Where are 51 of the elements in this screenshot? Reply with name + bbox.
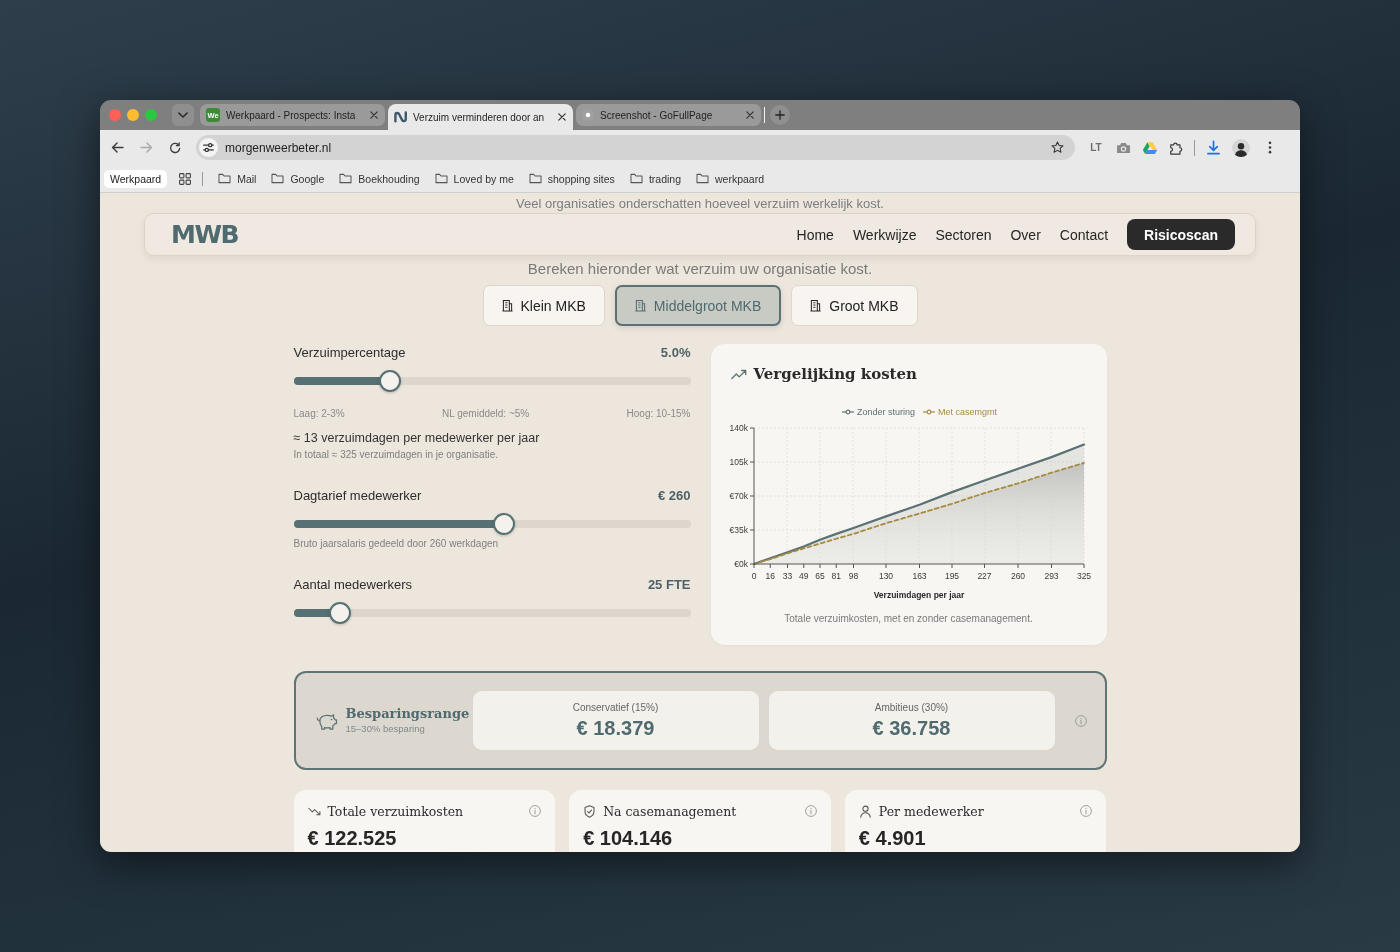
stat-title: Na casemanagement xyxy=(603,803,737,819)
axis-tick-label: €35k xyxy=(729,525,748,535)
axis-tick-label: 325 xyxy=(1076,571,1091,581)
axis-tick-label: 260 xyxy=(1010,571,1025,581)
slider-label: Verzuimpercentage xyxy=(293,344,406,360)
axis-tick-label: 0 xyxy=(751,571,756,581)
stat-value: € 122.525 xyxy=(307,827,398,850)
slider-value: € 260 xyxy=(657,487,691,503)
legend-label: Met casemgmt xyxy=(938,406,997,418)
hint-text: In totaal ≈ 325 verzuimdagen in je organisatie. xyxy=(293,449,499,461)
axis-tick-label: 227 xyxy=(976,571,992,581)
axis-tick-label: 140k xyxy=(729,423,748,433)
axis-tick-label: 81 xyxy=(831,571,841,581)
slider-label: Aantal medewerkers xyxy=(293,576,412,592)
savings-subtitle: 15–30% besparing xyxy=(345,723,426,735)
tile-value: € 18.379 xyxy=(576,716,655,740)
savings-title: Besparingsrange xyxy=(345,706,470,722)
axis-tick-label: 16 xyxy=(765,571,775,581)
axis-tick-label: €70k xyxy=(729,491,748,501)
axis-tick-label: 65 xyxy=(814,571,825,581)
axis-tick-label: 163 xyxy=(911,571,927,581)
hint-text: Bruto jaarsalaris gedeeld door 260 werkdagen xyxy=(293,538,500,550)
scale-label: NL gemiddeld: ~5% xyxy=(442,408,530,420)
slider-label: Dagtarief medewerker xyxy=(293,487,422,503)
axis-tick-label: 105k xyxy=(729,457,748,467)
tile-label: Conservatief (15%) xyxy=(572,701,659,714)
axis-tick-label: 130 xyxy=(878,571,893,581)
stat-title: Per medewerker xyxy=(878,803,984,819)
tile-label: Ambitieus (30%) xyxy=(874,701,949,714)
chart-caption: Totale verzuimkosten, met en zonder casemanagement. xyxy=(783,612,1034,626)
stat-title: Totale verzuimkosten xyxy=(327,803,464,819)
axis-title: Verzuimdagen per jaar xyxy=(873,590,964,600)
subtitle-text: Bereken hieronder wat verzuim uw organisatie kost. xyxy=(527,260,873,277)
legend-label: Zonder sturing xyxy=(856,406,915,418)
scale-label: Laag: 2-3% xyxy=(293,408,345,420)
stat-value: € 4.901 xyxy=(858,827,927,850)
stat-value: € 104.146 xyxy=(583,827,674,850)
tile-value: € 36.758 xyxy=(872,716,951,740)
slider-value: 25 FTE xyxy=(647,576,691,592)
url-text: morgenweerbeter.nl xyxy=(225,140,332,155)
axis-tick-label: 195 xyxy=(944,571,959,581)
axis-tick-label: 33 xyxy=(782,571,792,581)
axis-tick-label: 293 xyxy=(1043,571,1059,581)
axis-tick-label: 98 xyxy=(848,571,858,581)
summary-text: ≈ 13 verzuimdagen per medewerker per jaar xyxy=(293,431,541,446)
axis-tick-label: 49 xyxy=(798,571,808,581)
axis-tick-label: €0k xyxy=(733,559,748,569)
scale-label: Hoog: 10-15% xyxy=(626,408,691,420)
chart-title: Vergelijking kosten xyxy=(753,365,917,383)
slider-value: 5.0% xyxy=(660,344,691,360)
intro-text: Veel organisaties onderschatten hoeveel verzuim werkelijk kost. xyxy=(516,196,884,211)
